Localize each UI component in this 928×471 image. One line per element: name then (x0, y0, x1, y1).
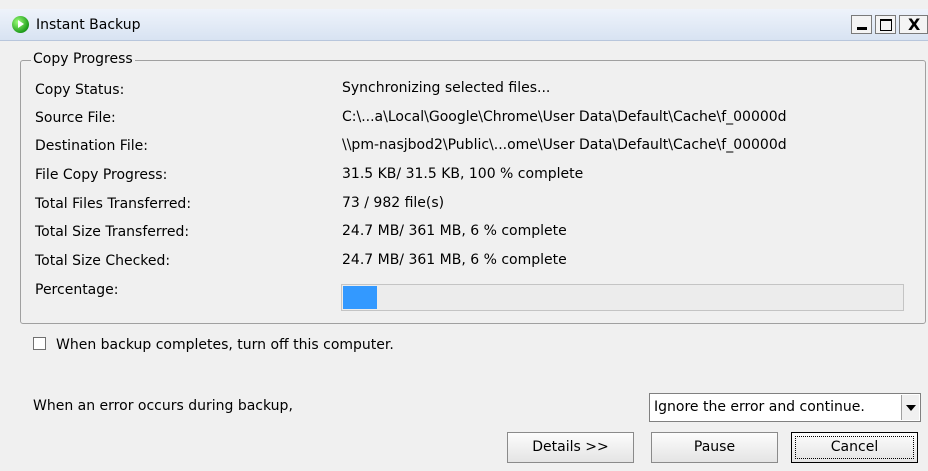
window-title: Instant Backup (36, 17, 141, 33)
cancel-button[interactable]: Cancel (791, 432, 918, 463)
percentage-progress-bar (341, 284, 904, 311)
copy-progress-legend: Copy Progress (31, 51, 135, 67)
minimize-button[interactable] (851, 15, 872, 34)
shutdown-checkbox[interactable] (33, 337, 46, 350)
source-file-value: C:\...a\Local\Google\Chrome\User Data\De… (342, 109, 787, 125)
source-file-label: Source File: (35, 110, 116, 126)
error-action-select[interactable]: Ignore the error and continue. (649, 393, 921, 422)
total-size-transferred-value: 24.7 MB/ 361 MB, 6 % complete (342, 223, 567, 239)
title-bar: Instant Backup X (0, 9, 928, 41)
destination-file-label: Destination File: (35, 138, 148, 154)
chevron-down-icon[interactable] (901, 395, 919, 420)
total-files-transferred-label: Total Files Transferred: (35, 196, 192, 212)
close-icon: X (908, 15, 921, 34)
percentage-label: Percentage: (35, 282, 119, 298)
file-copy-progress-value: 31.5 KB/ 31.5 KB, 100 % complete (342, 166, 584, 182)
percentage-progress-fill (343, 286, 377, 309)
shutdown-checkbox-label[interactable]: When backup completes, turn off this com… (56, 337, 394, 353)
pause-button[interactable]: Pause (651, 432, 778, 463)
destination-file-value: \\pm-nasjbod2\Public\...ome\User Data\De… (342, 137, 787, 153)
copy-status-label: Copy Status: (35, 82, 125, 98)
app-logo-icon (12, 16, 29, 33)
error-handling-label: When an error occurs during backup, (33, 398, 293, 414)
error-action-selected-value: Ignore the error and continue. (654, 399, 865, 415)
maximize-button[interactable] (875, 15, 896, 34)
instant-backup-window: Instant Backup X Copy Progress Copy Stat… (0, 0, 928, 471)
total-size-checked-label: Total Size Checked: (35, 253, 171, 269)
copy-status-value: Synchronizing selected files... (342, 80, 551, 96)
close-button[interactable]: X (899, 15, 928, 34)
total-size-transferred-label: Total Size Transferred: (35, 224, 190, 240)
total-size-checked-value: 24.7 MB/ 361 MB, 6 % complete (342, 252, 567, 268)
total-files-transferred-value: 73 / 982 file(s) (342, 195, 445, 211)
file-copy-progress-label: File Copy Progress: (35, 167, 168, 183)
details-button[interactable]: Details >> (507, 432, 634, 463)
